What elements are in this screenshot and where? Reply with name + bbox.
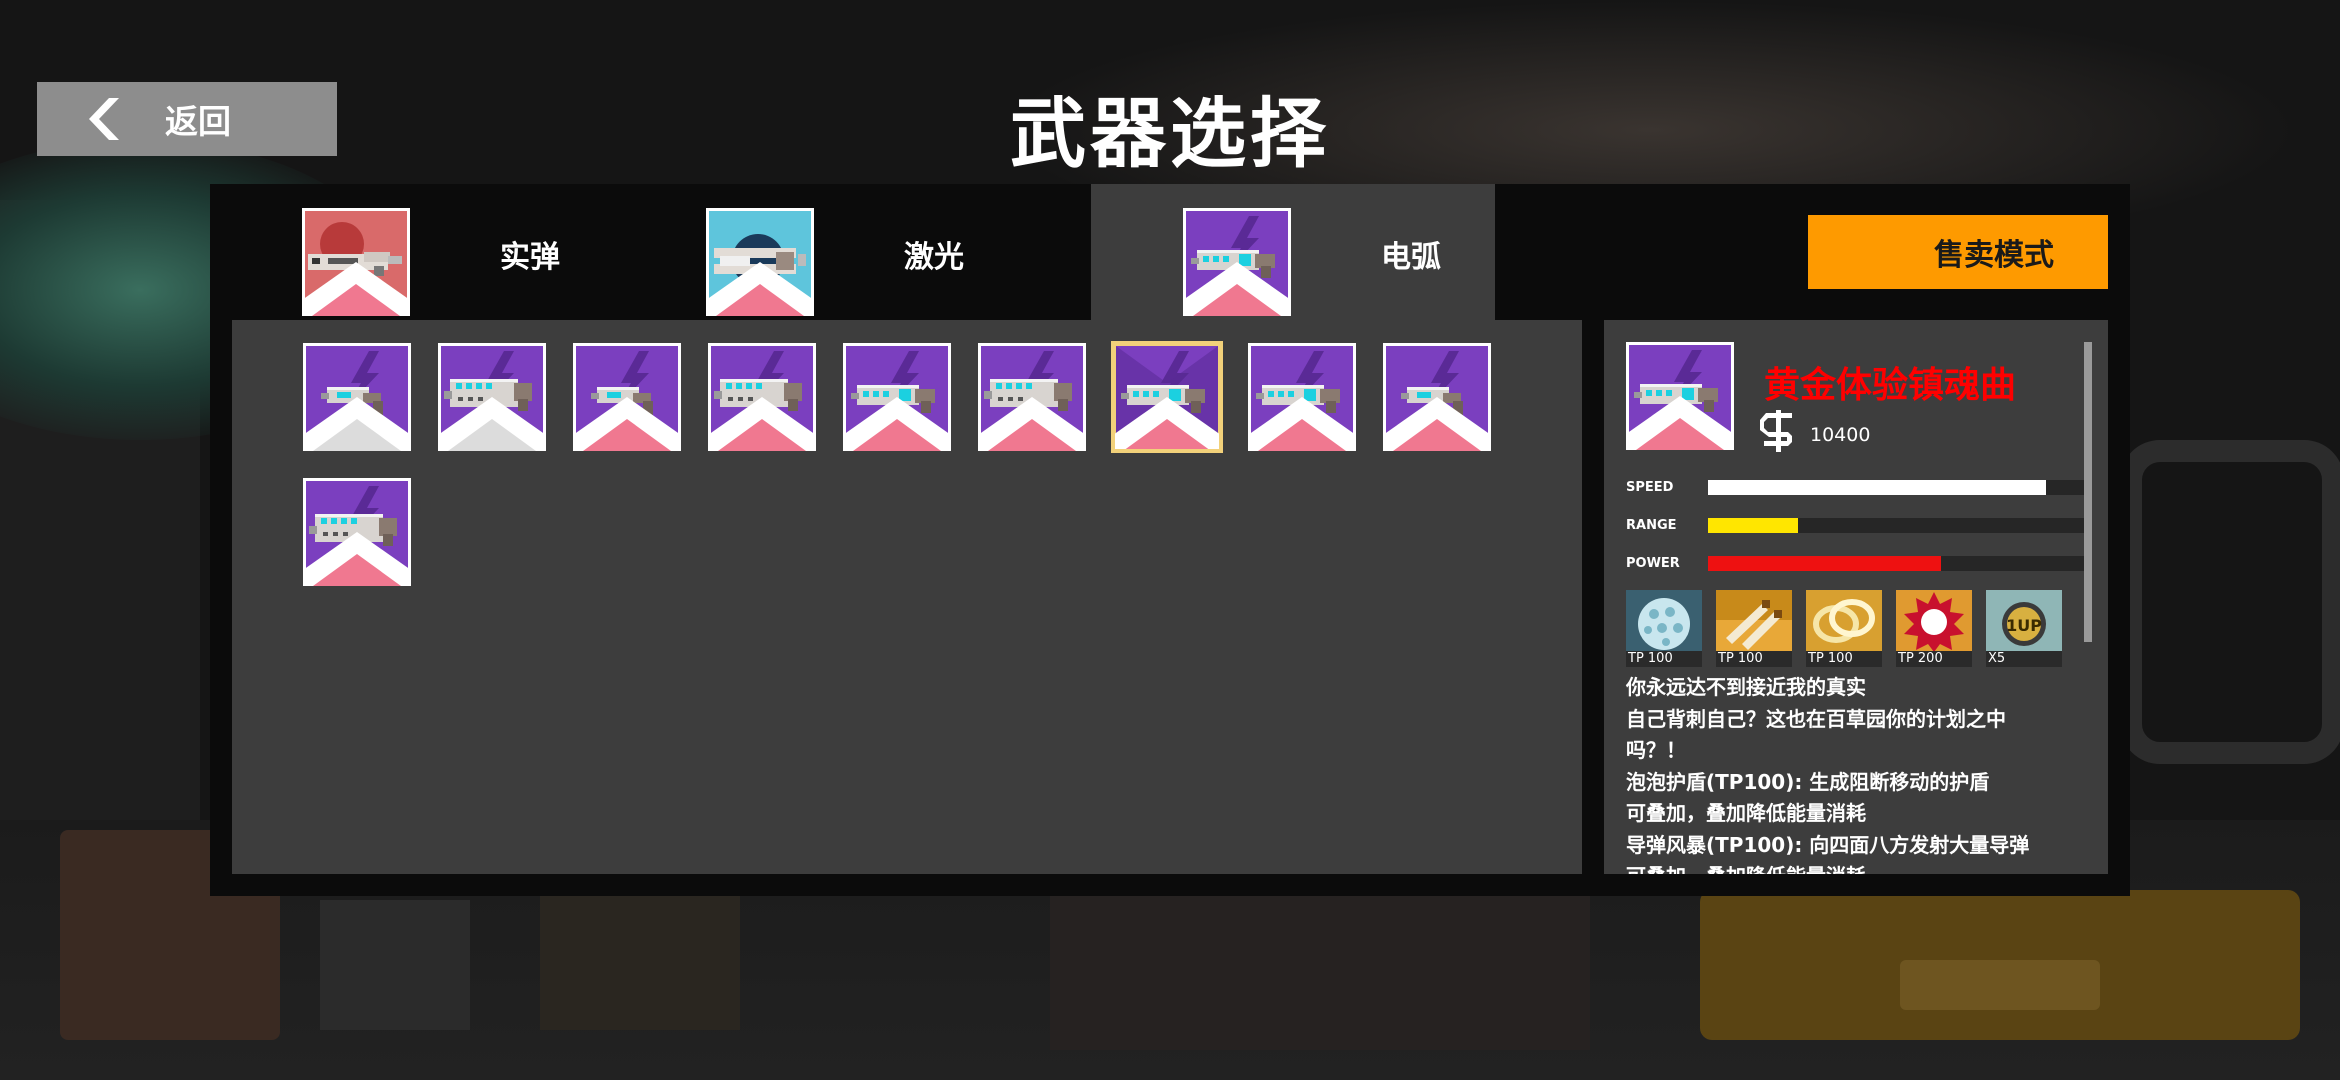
weapon-card[interactable] xyxy=(573,343,681,451)
arc-weapon-icon xyxy=(1183,208,1291,316)
weapon-card[interactable] xyxy=(303,478,411,586)
tab-arc-label: 电弧 xyxy=(1381,240,1441,275)
description-line: 你永远达不到接近我的真实 xyxy=(1626,675,1866,699)
weapon-name: 黄金体验镇魂曲 xyxy=(1764,365,2017,406)
arc-weapon-icon xyxy=(978,343,1086,451)
arc-weapon-icon xyxy=(1383,343,1491,451)
skill-gold-rings[interactable]: TP 100 xyxy=(1806,590,1882,667)
svg-text:1UP: 1UP xyxy=(2006,616,2042,635)
tab-arc[interactable]: 电弧 xyxy=(1091,184,1495,320)
sell-mode-button[interactable]: 售卖模式 xyxy=(1808,215,2108,289)
arc-weapon-icon xyxy=(708,343,816,451)
weapon-card[interactable] xyxy=(438,343,546,451)
weapon-card[interactable] xyxy=(708,343,816,451)
arc-weapon-icon xyxy=(303,343,411,451)
skill-spiked-orb[interactable]: TP 200 xyxy=(1896,590,1972,667)
spiked-orb-icon xyxy=(1896,590,1972,652)
tab-ballistic[interactable]: 实弹 xyxy=(210,184,614,320)
skill-cost: TP 100 xyxy=(1716,651,1792,667)
weapon-price: 10400 xyxy=(1810,424,1871,446)
description-line: 吗？！ xyxy=(1626,738,1686,762)
arc-weapon-icon xyxy=(438,343,546,451)
weapon-card[interactable] xyxy=(843,343,951,451)
skill-cost: TP 100 xyxy=(1806,651,1882,667)
tab-laser-label: 激光 xyxy=(904,240,964,275)
arc-weapon-icon xyxy=(573,343,681,451)
weapon-detail-panel: 黄金体验镇魂曲 10400 SPEED RANGE POWER TP 100 T… xyxy=(1604,320,2108,874)
stat-speed-fill xyxy=(1708,480,2047,495)
selected-weapon-icon xyxy=(1626,342,1734,450)
weapon-card[interactable] xyxy=(978,343,1086,451)
description-line: 可叠加，叠加降低能量消耗 xyxy=(1626,861,2076,874)
stat-range-track xyxy=(1708,518,2084,533)
tab-ballistic-label: 实弹 xyxy=(500,240,560,275)
stat-speed-track xyxy=(1708,480,2084,495)
stat-speed-label: SPEED xyxy=(1626,480,1674,495)
ballistic-weapon-icon xyxy=(302,208,410,316)
stat-range-label: RANGE xyxy=(1626,518,1677,533)
arc-weapon-icon xyxy=(303,478,411,586)
stat-speed: SPEED xyxy=(1626,480,2086,496)
sell-mode-label: 售卖模式 xyxy=(1934,238,2054,273)
skill-one-up[interactable]: 1UP X5 xyxy=(1986,590,2062,667)
description-line: 可叠加，叠加降低能量消耗 xyxy=(1626,801,1866,825)
page-title: 武器选择 xyxy=(1010,89,1330,178)
description-line: 自己背刺自己？这也在百草园你的计划之中 xyxy=(1626,706,2006,731)
description-line: 导弹风暴(TP100): 向四面八方发射大量导弹 xyxy=(1626,832,2030,857)
arc-weapon-icon xyxy=(843,343,951,451)
bubble-shield-icon xyxy=(1626,590,1702,652)
skill-cost: TP 100 xyxy=(1626,651,1702,667)
laser-weapon-icon xyxy=(706,208,814,316)
tab-laser[interactable]: 激光 xyxy=(614,184,1018,320)
skill-bubble-shield[interactable]: TP 100 xyxy=(1626,590,1702,667)
weapon-description: 你永远达不到接近我的真实 自己背刺自己？这也在百草园你的计划之中 吗？！ 泡泡护… xyxy=(1626,672,2076,874)
description-line: 泡泡护盾(TP100): 生成阻断移动的护盾 xyxy=(1626,769,1990,794)
skill-cost: TP 200 xyxy=(1896,651,1972,667)
stat-power: POWER xyxy=(1626,556,2086,572)
skill-missile-storm[interactable]: TP 100 xyxy=(1716,590,1792,667)
skill-cost: X5 xyxy=(1986,651,2062,667)
stat-power-fill xyxy=(1708,556,1942,571)
stat-range-fill xyxy=(1708,518,1799,533)
gold-rings-icon xyxy=(1806,590,1882,652)
arc-weapon-icon xyxy=(1248,343,1356,451)
weapon-card[interactable] xyxy=(1383,343,1491,451)
weapon-card-selected[interactable] xyxy=(1111,341,1223,453)
weapon-card[interactable] xyxy=(1248,343,1356,451)
stat-range: RANGE xyxy=(1626,518,2086,534)
arc-weapon-icon xyxy=(1113,343,1221,451)
currency-icon xyxy=(1760,410,1792,452)
missile-storm-icon xyxy=(1716,590,1792,652)
one-up-coin-icon: 1UP xyxy=(1986,590,2062,652)
stat-power-track xyxy=(1708,556,2084,571)
weapon-card[interactable] xyxy=(303,343,411,451)
stat-power-label: POWER xyxy=(1626,556,1680,571)
